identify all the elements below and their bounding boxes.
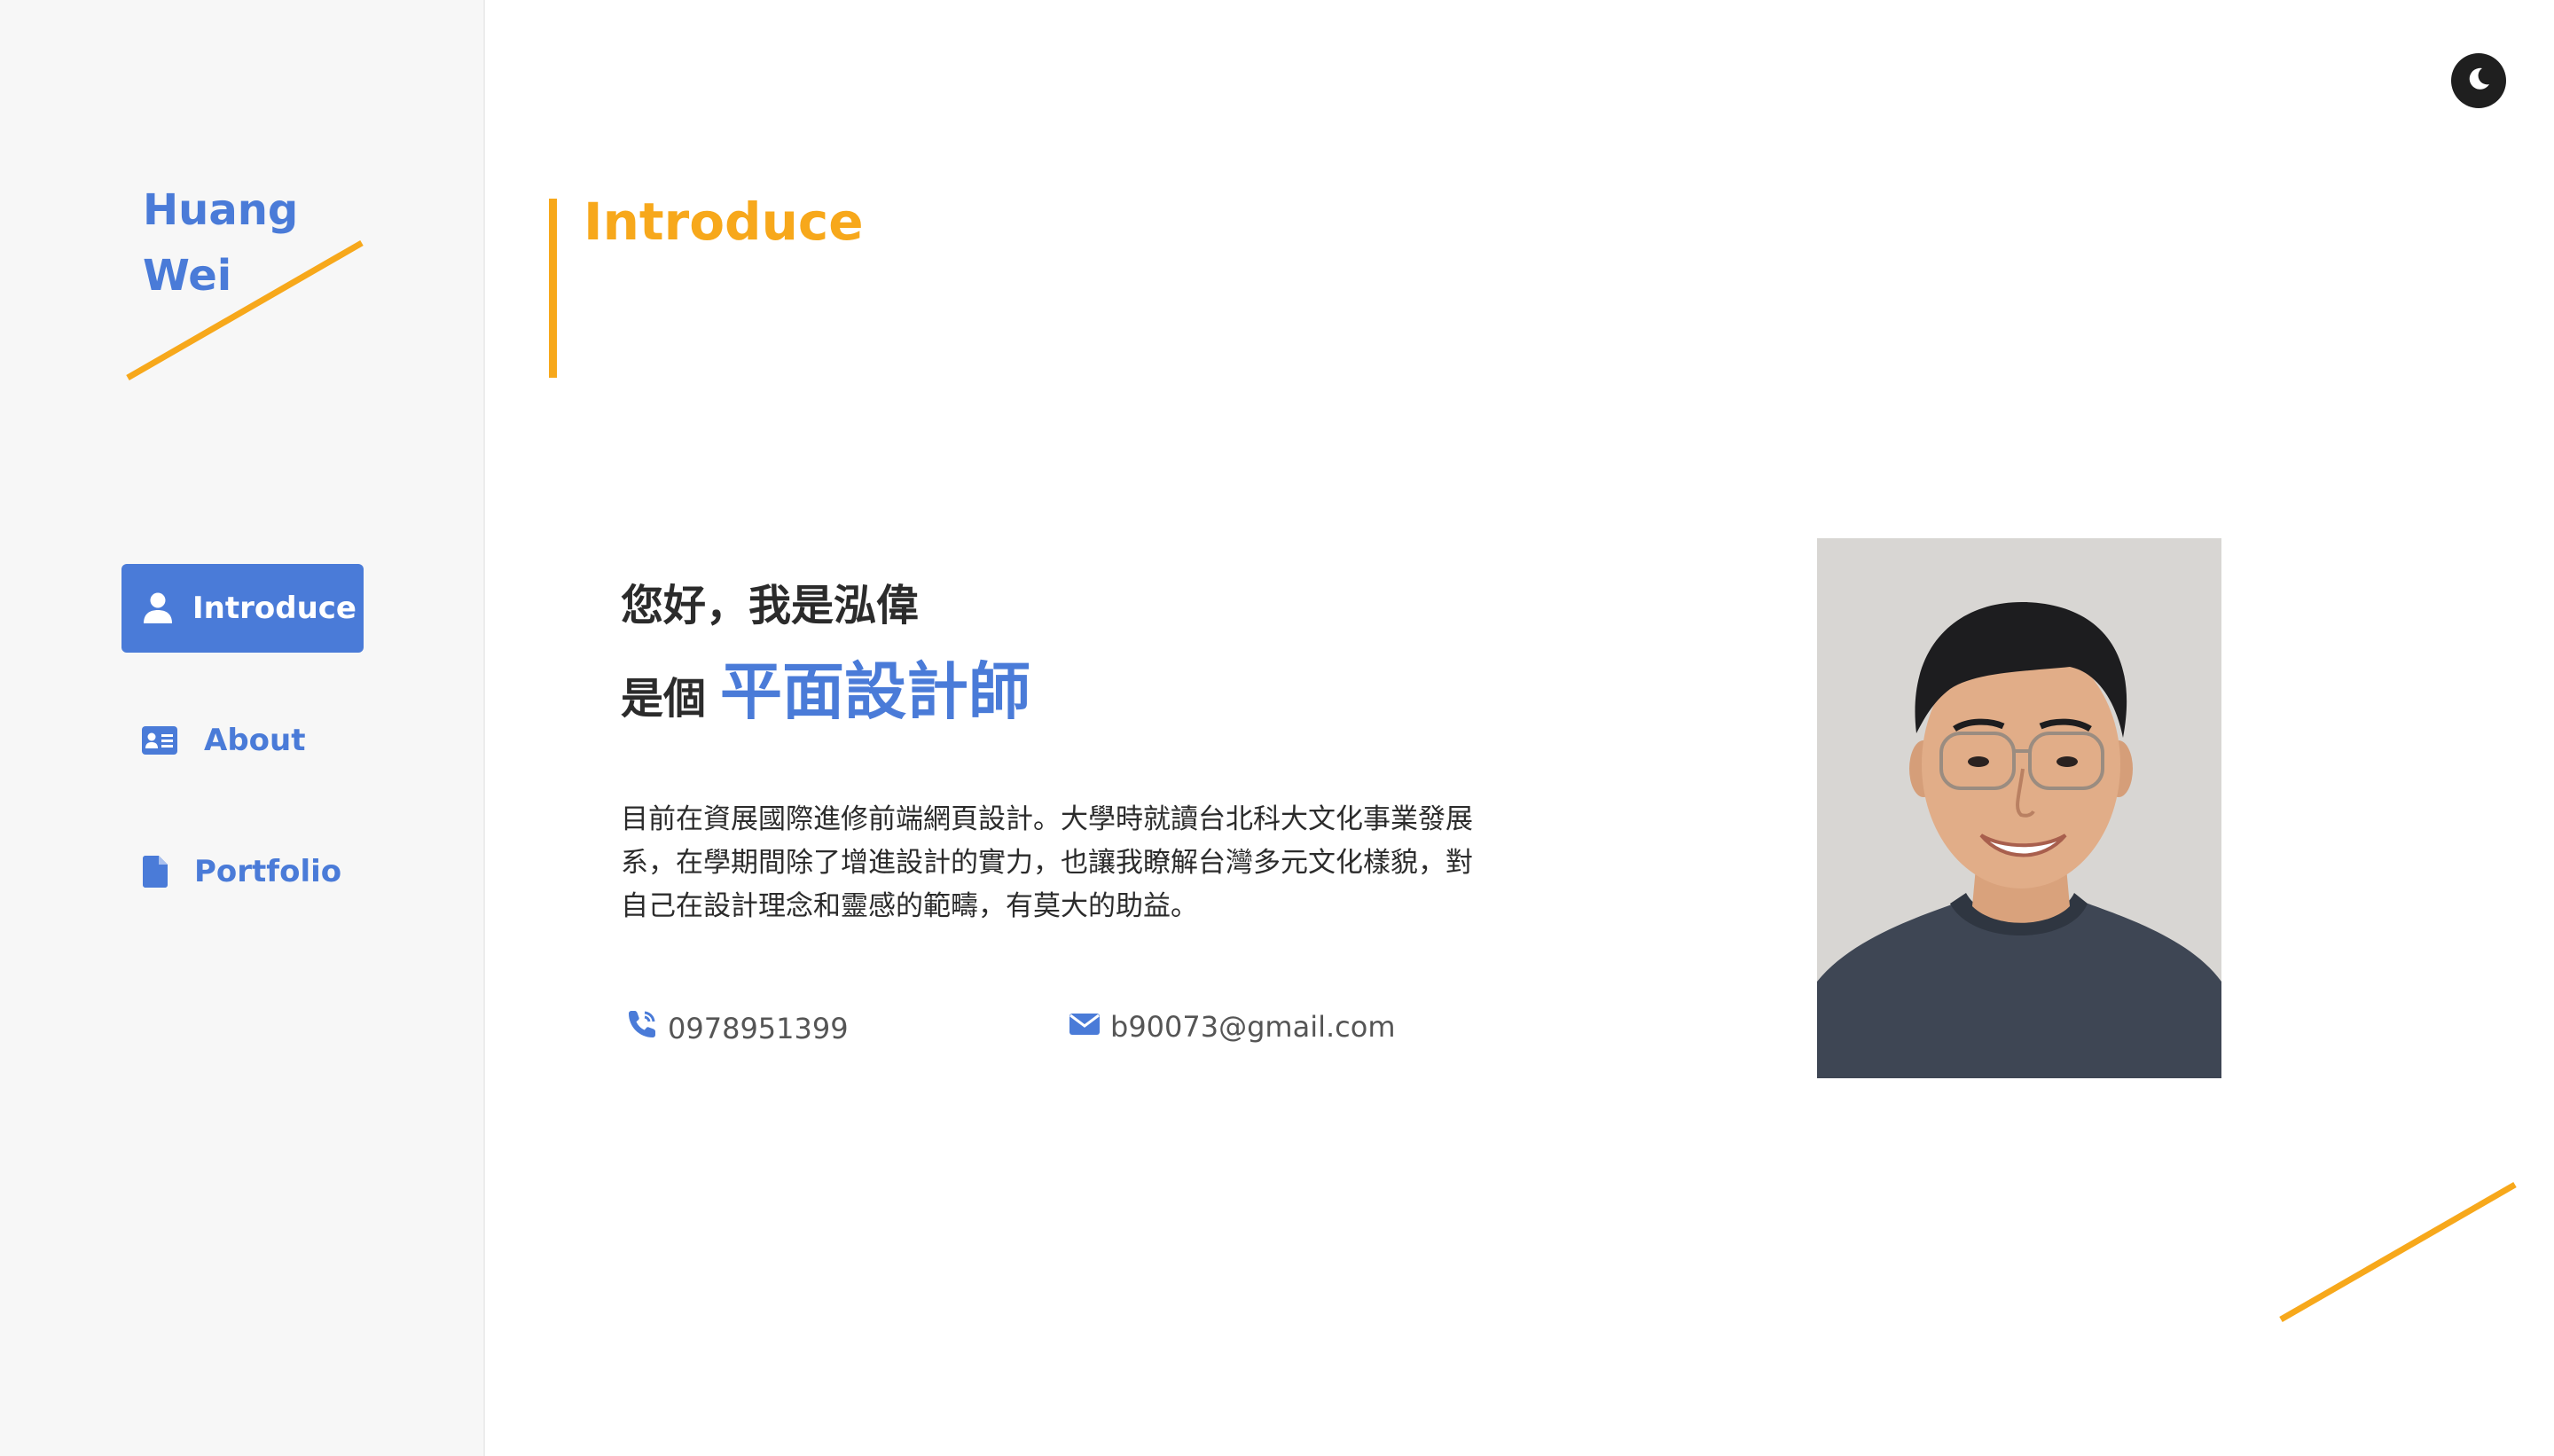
logo-last-name: Wei: [143, 251, 232, 301]
profile-photo: [1817, 538, 2221, 1078]
logo-first-name: Huang: [143, 185, 299, 235]
phone-number: 0978951399: [668, 1011, 849, 1045]
role-prefix: 是個: [621, 674, 707, 724]
greeting-heading: 您好，我是泓偉: [621, 581, 920, 630]
file-icon: [143, 856, 168, 888]
nav-label-introduce: Introduce: [192, 591, 356, 626]
phone-icon: [627, 1009, 668, 1047]
role-heading: 是個 平面設計師: [621, 642, 1030, 732]
phone-contact[interactable]: 0978951399: [627, 1009, 849, 1047]
theme-toggle-button[interactable]: [2451, 53, 2506, 108]
bio-paragraph: 目前在資展國際進修前端網頁設計。大學時就讀台北科大文化事業發展系，在學期間除了增…: [621, 803, 1473, 922]
nav-item-introduce[interactable]: Introduce: [121, 564, 364, 653]
nav-item-portfolio[interactable]: Portfolio: [143, 849, 341, 894]
page: Huang Wei Introduce About Portfolio Intr…: [0, 0, 2554, 1456]
moon-icon: [2465, 66, 2492, 96]
nav-label-about: About: [204, 723, 306, 758]
nav-item-about[interactable]: About: [142, 718, 305, 763]
nav-label-portfolio: Portfolio: [194, 854, 342, 889]
email-address: b90073@gmail.com: [1110, 1010, 1396, 1044]
email-contact[interactable]: b90073@gmail.com: [1069, 1009, 1396, 1045]
section-title: Introduce: [584, 192, 864, 252]
id-card-icon: [142, 726, 177, 755]
section-accent-bar: [549, 199, 557, 378]
role-highlight: 平面設計師: [720, 655, 1031, 728]
sidebar: Huang Wei Introduce About Portfolio: [0, 0, 485, 1456]
user-icon: [143, 592, 173, 624]
site-logo[interactable]: Huang Wei: [143, 177, 298, 309]
envelope-icon: [1069, 1009, 1110, 1045]
